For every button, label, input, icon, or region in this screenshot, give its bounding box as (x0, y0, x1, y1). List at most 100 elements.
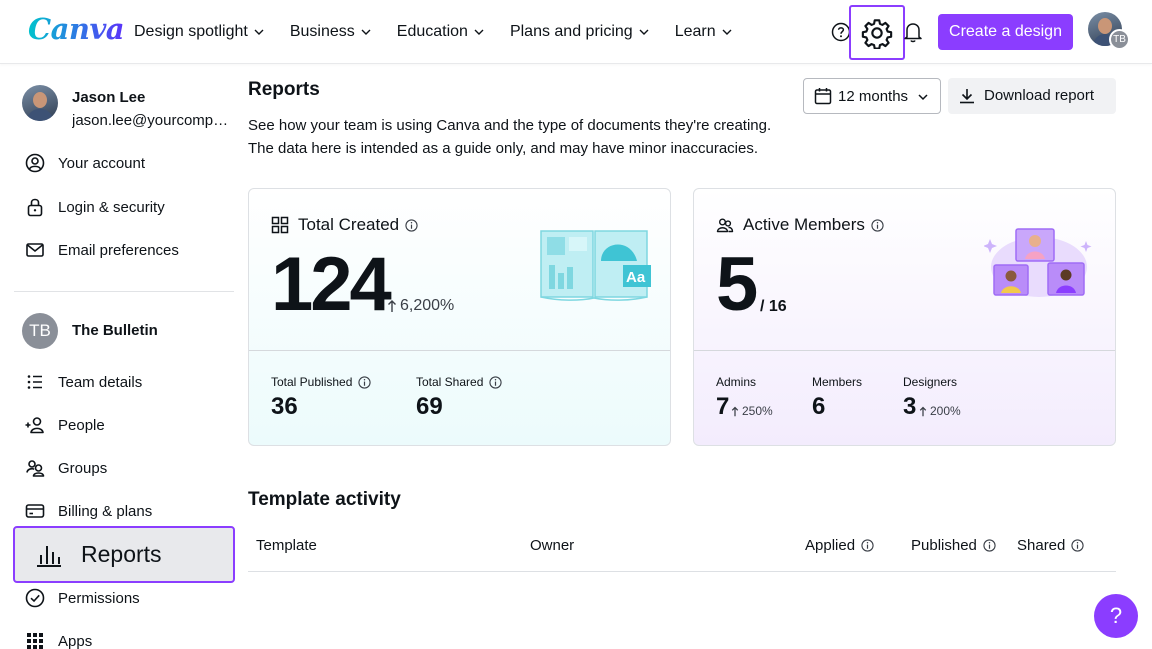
user-avatar (22, 85, 58, 121)
info-icon[interactable] (405, 218, 418, 232)
sidebar-item-your-account[interactable]: Your account (24, 151, 145, 175)
column-header-shared[interactable]: Shared (1017, 537, 1085, 554)
user-circle-icon (25, 153, 45, 173)
calendar-icon (814, 88, 832, 105)
growth-value: 250% (742, 404, 773, 418)
column-header-owner[interactable]: Owner (530, 537, 574, 554)
lock-icon (27, 198, 43, 217)
designers-label: Designers (903, 375, 958, 389)
total-shared-value: 69 (416, 393, 443, 420)
table-header-divider (248, 571, 1116, 572)
grid-layout-icon (271, 216, 289, 234)
add-people-icon (25, 417, 44, 434)
column-header-applied[interactable]: Applied (805, 537, 874, 554)
total-shared-label: Total Shared (416, 375, 503, 389)
column-label: Applied (805, 537, 856, 554)
nav-business[interactable]: Business (290, 23, 371, 41)
sidebar-item-label: Login & security (58, 198, 165, 216)
grid-icon (27, 633, 43, 649)
column-header-published[interactable]: Published (911, 537, 996, 554)
members-illustration (984, 228, 1092, 297)
settings-button[interactable] (849, 5, 905, 60)
info-icon[interactable] (871, 218, 884, 232)
sidebar-item-people[interactable]: People (24, 413, 105, 437)
nav-design-spotlight[interactable]: Design spotlight (134, 23, 264, 41)
list-icon (27, 375, 42, 389)
info-icon[interactable] (489, 375, 503, 389)
info-icon[interactable] (1071, 539, 1085, 552)
stat-label: Total Published (271, 375, 353, 389)
user-email: jason.lee@yourcompany.com (72, 112, 234, 129)
members-icon (716, 218, 734, 233)
sidebar-item-label: Email preferences (58, 241, 179, 259)
bell-icon[interactable] (903, 21, 923, 43)
page-description: See how your team is using Canva and the… (248, 117, 772, 134)
sidebar-divider (14, 291, 234, 292)
admins-growth: 250% (731, 404, 773, 418)
arrow-up-icon (919, 406, 927, 416)
sidebar-item-reports[interactable]: Reports (13, 526, 235, 583)
check-circle-icon (25, 588, 45, 608)
settings-sidebar: Jason Lee jason.lee@yourcompany.com Your… (0, 65, 248, 649)
sidebar-item-email-preferences[interactable]: Email preferences (24, 238, 179, 262)
user-name: Jason Lee (72, 89, 146, 106)
nav-education[interactable]: Education (397, 23, 484, 41)
info-icon[interactable] (358, 375, 372, 389)
arrow-up-icon (388, 300, 396, 312)
card-title: Total Created (271, 215, 418, 235)
gear-icon (861, 18, 893, 49)
arrow-up-icon (731, 406, 739, 416)
template-activity-title: Template activity (248, 489, 401, 510)
total-created-value: 124 (271, 242, 392, 327)
sidebar-item-label: People (58, 416, 105, 434)
column-label: Owner (530, 537, 575, 554)
active-members-value: 5 (716, 242, 758, 327)
info-icon[interactable] (861, 539, 874, 552)
sidebar-item-team-details[interactable]: Team details (24, 370, 142, 394)
total-created-card: Total Created 124 6,200% Aa Total Publis… (248, 188, 671, 446)
chevron-down-icon (722, 29, 732, 35)
members-value: 6 (812, 393, 826, 420)
sidebar-item-login-security[interactable]: Login & security (24, 195, 165, 219)
download-report-button[interactable]: Download report (948, 78, 1116, 114)
sidebar-item-label: Team details (58, 373, 143, 391)
column-label: Shared (1017, 537, 1066, 554)
sidebar-item-label: Billing & plans (58, 502, 153, 520)
team-avatar: TB (22, 313, 58, 349)
mail-icon (26, 243, 44, 257)
download-icon (960, 89, 974, 104)
create-design-button[interactable]: Create a design (938, 14, 1073, 50)
nav-menu: Design spotlight Business Education Plan… (134, 0, 758, 64)
growth-value: 200% (930, 404, 961, 418)
period-dropdown[interactable]: 12 months (803, 78, 941, 114)
column-header-template[interactable]: Template (256, 537, 317, 554)
designers-value: 3 (903, 393, 917, 420)
help-icon[interactable] (831, 22, 851, 42)
total-created-title: Total Created (298, 215, 400, 234)
nav-plans-pricing[interactable]: Plans and pricing (510, 23, 649, 41)
svg-text:Aa: Aa (626, 269, 646, 286)
active-members-card: Active Members 5 / 16 Admins 7 250% Memb… (693, 188, 1116, 446)
help-fab-button[interactable]: ? (1094, 594, 1138, 638)
chevron-down-icon (474, 29, 484, 35)
sidebar-item-label: Your account (58, 154, 146, 172)
group-icon (26, 460, 45, 477)
nav-label: Learn (674, 23, 716, 40)
book-illustration: Aa (540, 230, 651, 301)
sidebar-item-label: Reports (81, 541, 162, 567)
nav-learn[interactable]: Learn (675, 23, 732, 41)
column-label: Template (256, 537, 317, 554)
members-total: / 16 (760, 298, 787, 315)
chevron-down-icon (361, 29, 371, 35)
admins-value: 7 (716, 393, 730, 420)
sidebar-item-apps[interactable]: Apps (24, 629, 92, 649)
sidebar-item-permissions[interactable]: Permissions (24, 586, 140, 610)
sidebar-item-billing[interactable]: Billing & plans (24, 499, 152, 523)
admins-label: Admins (716, 375, 757, 389)
sidebar-item-groups[interactable]: Groups (24, 456, 107, 480)
chevron-down-icon (918, 94, 928, 101)
team-name: The Bulletin (72, 322, 158, 339)
chevron-down-icon (254, 29, 264, 35)
info-icon[interactable] (983, 539, 996, 552)
canva-logo[interactable]: Canva (28, 12, 125, 46)
